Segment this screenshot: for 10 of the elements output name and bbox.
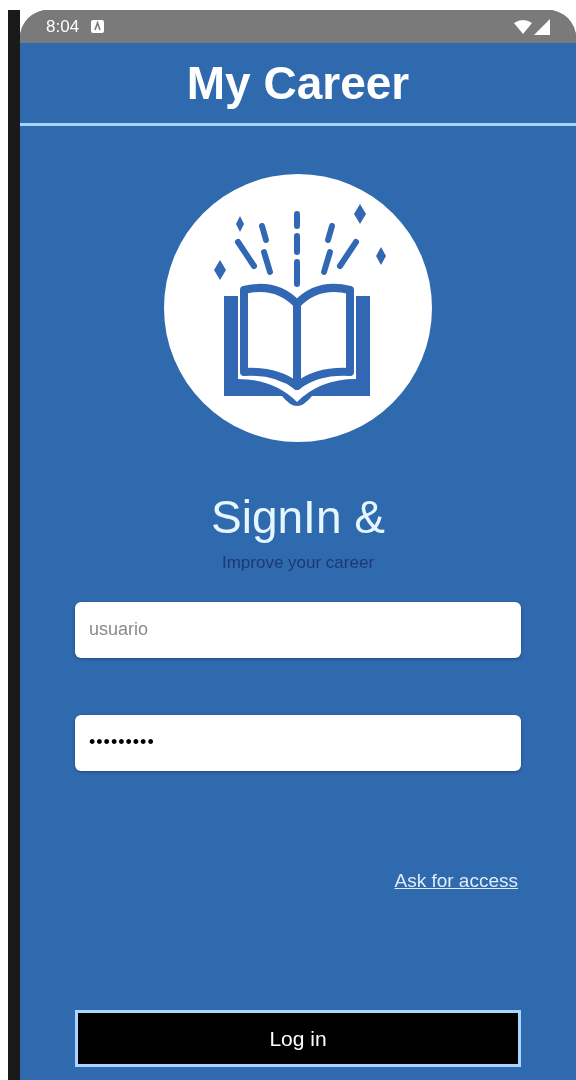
ask-for-access-link[interactable]: Ask for access [394,866,518,895]
app-title: My Career [186,55,410,111]
password-field[interactable]: ••••••••• [75,714,521,771]
signal-icon [534,18,550,35]
wifi-icon [514,19,532,34]
login-button[interactable]: Log in [75,1010,521,1067]
subtitle: Improve your career [220,552,376,574]
notification-icon [91,20,105,33]
username-field[interactable]: usuario [75,601,521,658]
status-time: 8:04 [46,15,80,38]
